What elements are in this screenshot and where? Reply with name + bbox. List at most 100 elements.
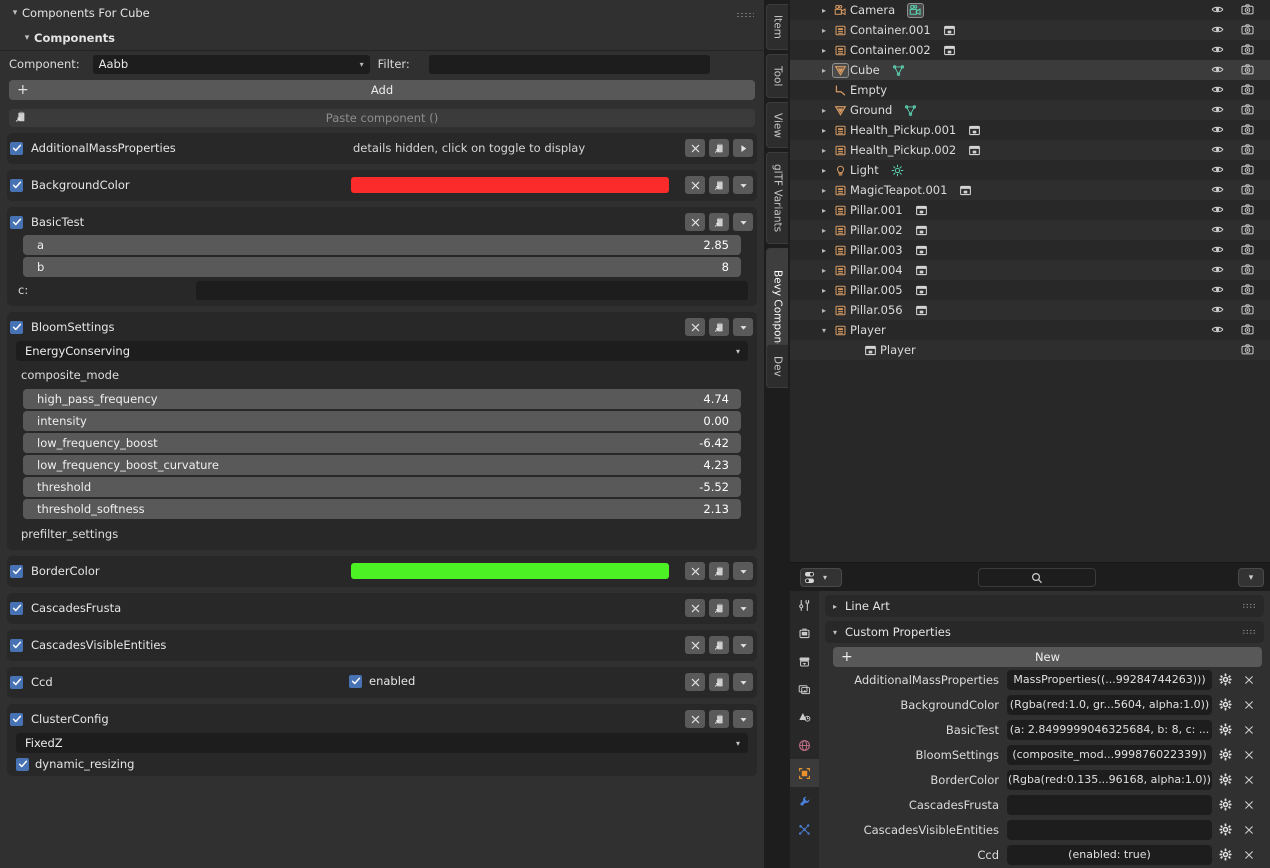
properties-tab-object[interactable] — [790, 759, 819, 787]
close-icon[interactable] — [1238, 824, 1260, 836]
outliner-row[interactable]: ▸ Pillar.056 — [790, 300, 1270, 320]
component-header[interactable]: BloomSettings — [7, 316, 757, 338]
light-data-icon[interactable] — [891, 164, 904, 177]
component-header[interactable]: CascadesVisibleEntities — [7, 634, 757, 656]
chevron-right-icon[interactable]: ▸ — [818, 266, 830, 275]
chevron-down-icon[interactable] — [733, 599, 753, 617]
chevron-down-icon[interactable] — [733, 176, 753, 194]
outliner-row[interactable]: ▸ Pillar.001 — [790, 200, 1270, 220]
eye-icon[interactable] — [1211, 143, 1224, 159]
panel-header-components-for-cube[interactable]: ▾ Components For Cube — [0, 0, 764, 25]
chevron-down-icon[interactable]: ▾ — [818, 326, 830, 335]
custom-property-value[interactable]: (composite_mod...999876022339)) — [1007, 744, 1212, 765]
eye-icon[interactable] — [1211, 263, 1224, 279]
collection-icon[interactable] — [915, 224, 928, 237]
checkbox[interactable] — [10, 178, 23, 192]
camera-render-icon[interactable] — [1241, 203, 1254, 219]
collection-icon[interactable] — [915, 304, 928, 317]
close-icon[interactable] — [685, 599, 705, 617]
chevron-right-icon[interactable]: ▸ — [818, 146, 830, 155]
add-component-button[interactable]: + Add — [9, 80, 755, 100]
outliner-row[interactable]: ▸ Pillar.005 — [790, 280, 1270, 300]
properties-tab-output[interactable] — [790, 647, 819, 675]
chevron-right-icon[interactable]: ▸ — [818, 206, 830, 215]
chevron-right-icon[interactable]: ▸ — [818, 186, 830, 195]
checkbox[interactable] — [10, 564, 23, 578]
gear-icon[interactable] — [1212, 823, 1238, 836]
properties-panel-line-art[interactable]: ▸ Line Art — [825, 595, 1264, 617]
custom-property-value[interactable]: (Rgba(red:0.135...96168, alpha:1.0)) — [1007, 769, 1212, 790]
camera-render-icon[interactable] — [1241, 163, 1254, 179]
paste-clipboard-icon[interactable] — [709, 673, 729, 691]
camera-render-icon[interactable] — [1241, 43, 1254, 59]
camera-render-icon[interactable] — [1241, 63, 1254, 79]
chevron-right-icon[interactable]: ▸ — [818, 226, 830, 235]
close-icon[interactable] — [1238, 674, 1260, 686]
custom-property-value[interactable]: (a: 2.8499999046325684, b: 8, c: ... — [1007, 719, 1212, 740]
chevron-right-icon[interactable]: ▸ — [818, 286, 830, 295]
gear-icon[interactable] — [1212, 798, 1238, 811]
gear-icon[interactable] — [1212, 773, 1238, 786]
outliner-row[interactable]: ▸ Cube — [790, 60, 1270, 80]
chevron-right-icon[interactable]: ▸ — [818, 166, 830, 175]
properties-tab-scene[interactable] — [790, 703, 819, 731]
value-slider[interactable]: low_frequency_boost_curvature 4.23 — [23, 455, 741, 475]
gear-icon[interactable] — [1212, 698, 1238, 711]
outliner-row[interactable]: ▸ Pillar.004 — [790, 260, 1270, 280]
sidebar-tab-item[interactable]: Item — [766, 4, 788, 50]
component-header[interactable]: BasicTest — [7, 211, 757, 233]
text-field-input[interactable] — [196, 280, 748, 300]
chevron-right-icon[interactable]: ▸ — [818, 106, 830, 115]
component-header[interactable]: BackgroundColor — [7, 174, 757, 196]
panel-drag-handle[interactable] — [736, 12, 754, 18]
search-input[interactable] — [978, 568, 1096, 587]
camera-render-icon[interactable] — [1241, 143, 1254, 159]
checkbox[interactable] — [349, 674, 362, 688]
value-slider[interactable]: a 2.85 — [23, 235, 741, 255]
eye-icon[interactable] — [1211, 23, 1224, 39]
enabled-checkbox-group[interactable]: enabled — [349, 674, 415, 688]
camera-render-icon[interactable] — [1241, 103, 1254, 119]
chevron-down-icon[interactable] — [733, 213, 753, 231]
camera-render-icon[interactable] — [1241, 343, 1254, 359]
chevron-right-icon[interactable]: ▸ — [818, 246, 830, 255]
close-icon[interactable] — [685, 318, 705, 336]
camera-render-icon[interactable] — [1241, 123, 1254, 139]
color-swatch[interactable] — [351, 177, 669, 193]
outliner-row[interactable]: ▸ MagicTeapot.001 — [790, 180, 1270, 200]
chevron-down-icon[interactable] — [733, 562, 753, 580]
eye-icon[interactable] — [1211, 103, 1224, 119]
eye-icon[interactable] — [1211, 123, 1224, 139]
outliner-row[interactable]: ▸ Pillar.002 — [790, 220, 1270, 240]
collection-icon[interactable] — [968, 124, 981, 137]
eye-icon[interactable] — [1211, 223, 1224, 239]
close-icon[interactable] — [1238, 749, 1260, 761]
eye-icon[interactable] — [1211, 3, 1224, 19]
camera-render-icon[interactable] — [1241, 23, 1254, 39]
component-header[interactable]: CascadesFrusta — [7, 597, 757, 619]
collection-icon[interactable] — [968, 144, 981, 157]
checkbox[interactable] — [10, 675, 23, 689]
custom-property-value[interactable] — [1007, 794, 1212, 815]
mesh-data-icon[interactable] — [904, 104, 917, 117]
chevron-right-icon[interactable]: ▸ — [818, 66, 830, 75]
outliner-row[interactable]: ▸ Container.001 — [790, 20, 1270, 40]
value-slider[interactable]: threshold -5.52 — [23, 477, 741, 497]
new-custom-property-button[interactable]: + New — [833, 647, 1262, 667]
camera-render-icon[interactable] — [1241, 223, 1254, 239]
close-icon[interactable] — [1238, 774, 1260, 786]
properties-tab-modifier-wrench[interactable] — [790, 787, 819, 815]
paste-clipboard-icon[interactable] — [709, 213, 729, 231]
checkbox[interactable] — [10, 601, 23, 615]
sidebar-tab-tool[interactable]: Tool — [766, 54, 788, 98]
custom-property-value[interactable] — [1007, 819, 1212, 840]
camera-render-icon[interactable] — [1241, 3, 1254, 19]
filter-input[interactable] — [428, 54, 710, 74]
close-icon[interactable] — [685, 636, 705, 654]
enum-dropdown[interactable]: FixedZ ▾ — [16, 733, 748, 753]
color-swatch[interactable] — [351, 563, 669, 579]
close-icon[interactable] — [685, 710, 705, 728]
chevron-down-icon[interactable] — [733, 636, 753, 654]
camera-render-icon[interactable] — [1241, 283, 1254, 299]
gear-icon[interactable] — [1212, 673, 1238, 686]
